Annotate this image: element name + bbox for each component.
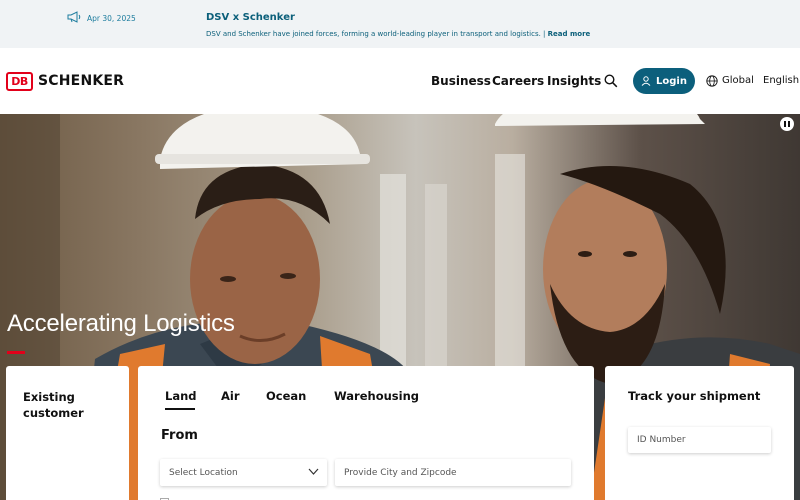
existing-customer-title: Existing customer bbox=[23, 390, 84, 420]
track-shipment-card: Track your shipment bbox=[605, 366, 794, 500]
logo[interactable]: DB SCHENKER bbox=[6, 71, 124, 91]
location-select-value: Select Location bbox=[169, 467, 238, 478]
globe-icon[interactable] bbox=[706, 75, 718, 87]
region-selector[interactable]: Global bbox=[722, 75, 754, 86]
active-tab-indicator bbox=[165, 408, 195, 410]
pause-video-button[interactable] bbox=[780, 117, 794, 131]
hero-headline: Accelerating Logistics bbox=[7, 310, 235, 337]
from-label: From bbox=[161, 428, 198, 443]
location-select[interactable]: Select Location bbox=[160, 459, 327, 486]
pause-icon-bar bbox=[787, 121, 790, 127]
headline-accent-bar bbox=[7, 351, 25, 354]
announcement-description: DSV and Schenker have joined forces, for… bbox=[206, 30, 590, 38]
read-more-link[interactable]: Read more bbox=[548, 30, 591, 38]
site-header: DB SCHENKER Business Careers Insights Lo… bbox=[0, 48, 800, 114]
search-icon[interactable] bbox=[604, 74, 618, 88]
nav-careers[interactable]: Careers bbox=[492, 74, 544, 88]
existing-customer-card[interactable]: Existing customer bbox=[6, 366, 129, 500]
quote-card: Land Air Ocean Warehousing From Select L… bbox=[138, 366, 594, 500]
brand-name: SCHENKER bbox=[38, 73, 125, 89]
pause-icon-bar bbox=[784, 121, 787, 127]
announcement-text: DSV and Schenker have joined forces, for… bbox=[206, 30, 546, 38]
nav-insights[interactable]: Insights bbox=[547, 74, 601, 88]
tab-land[interactable]: Land bbox=[165, 389, 197, 403]
shipment-id-input[interactable] bbox=[628, 427, 771, 453]
announcement-date: Apr 30, 2025 bbox=[87, 14, 136, 23]
nav-business[interactable]: Business bbox=[431, 74, 491, 88]
track-shipment-title: Track your shipment bbox=[628, 389, 761, 403]
login-button[interactable]: Login bbox=[633, 68, 695, 94]
tab-air[interactable]: Air bbox=[221, 389, 240, 403]
megaphone-icon bbox=[67, 11, 81, 23]
login-label: Login bbox=[656, 75, 687, 87]
announcement-title: DSV x Schenker bbox=[206, 12, 295, 23]
language-selector[interactable]: English bbox=[763, 75, 799, 86]
tab-warehousing[interactable]: Warehousing bbox=[334, 389, 419, 403]
user-icon bbox=[641, 76, 651, 86]
announcement-bar: Apr 30, 2025 DSV x Schenker DSV and Sche… bbox=[0, 0, 800, 48]
city-zipcode-input[interactable] bbox=[335, 459, 571, 486]
db-logo-mark: DB bbox=[6, 71, 33, 91]
chevron-down-icon bbox=[308, 468, 319, 475]
tab-ocean[interactable]: Ocean bbox=[266, 389, 306, 403]
